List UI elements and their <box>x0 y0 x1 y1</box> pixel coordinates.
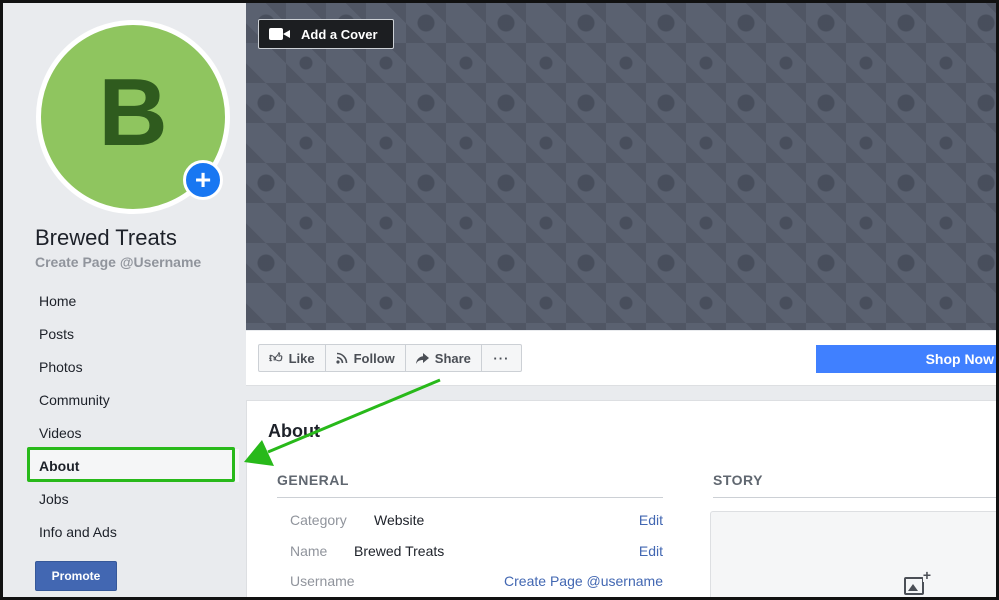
general-heading: GENERAL <box>277 472 349 488</box>
action-button-group: 👍︎ Like Follow Share ··· <box>258 344 522 372</box>
story-divider <box>713 497 999 498</box>
add-cover-button[interactable]: Add a Cover <box>258 19 394 49</box>
promote-button[interactable]: Promote <box>35 561 117 591</box>
follow-button[interactable]: Follow <box>324 344 406 372</box>
add-photo-icon <box>904 568 931 595</box>
page-sidebar: B + Brewed Treats Create Page @Username … <box>3 3 243 597</box>
row-label: Category <box>290 512 347 528</box>
row-label: Name <box>290 543 328 559</box>
page-action-bar: 👍︎ Like Follow Share ··· Shop Now <box>246 331 999 386</box>
create-username-link[interactable]: Create Page @Username <box>35 254 201 270</box>
add-cover-label: Add a Cover <box>301 26 378 42</box>
like-label: Like <box>288 350 315 366</box>
more-dots-icon: ··· <box>493 350 510 366</box>
page-nav: Home Posts Photos Community Videos About… <box>27 284 239 548</box>
edit-category-link[interactable]: Edit <box>639 512 663 528</box>
more-options-button[interactable]: ··· <box>480 344 522 372</box>
thumbs-up-icon: 👍︎ <box>269 350 283 365</box>
row-value: Website <box>374 512 425 528</box>
shop-now-button[interactable]: Shop Now <box>816 345 999 373</box>
story-placeholder[interactable] <box>710 511 999 600</box>
video-camera-icon <box>269 28 291 40</box>
page-title: Brewed Treats <box>35 225 177 250</box>
share-button[interactable]: Share <box>404 344 482 372</box>
nav-item-info-and-ads[interactable]: Info and Ads <box>27 515 239 548</box>
about-row-username: Username Create Page @username <box>290 571 663 591</box>
add-profile-picture-button[interactable]: + <box>183 160 223 200</box>
annotation-highlight-about <box>27 447 235 482</box>
about-card: About GENERAL STORY Category Website Edi… <box>246 400 999 600</box>
share-arrow-icon <box>415 352 429 364</box>
general-divider <box>277 497 663 498</box>
nav-item-home[interactable]: Home <box>27 284 239 317</box>
rss-feed-icon <box>336 352 348 364</box>
row-label: Username <box>290 573 355 589</box>
story-heading: STORY <box>713 472 763 488</box>
about-row-category: Category Website Edit <box>290 510 663 530</box>
nav-item-photos[interactable]: Photos <box>27 350 239 383</box>
share-label: Share <box>434 350 471 366</box>
cover-photo-area: Add a Cover <box>246 3 996 330</box>
about-title: About <box>268 421 320 441</box>
follow-label: Follow <box>353 350 395 366</box>
nav-item-videos[interactable]: Videos <box>27 416 239 449</box>
create-username-action-link[interactable]: Create Page @username <box>504 573 663 589</box>
nav-item-community[interactable]: Community <box>27 383 239 416</box>
like-button[interactable]: 👍︎ Like <box>258 344 326 372</box>
avatar-letter: B <box>98 59 168 166</box>
nav-item-jobs[interactable]: Jobs <box>27 482 239 515</box>
row-value: Brewed Treats <box>354 543 445 559</box>
about-row-name: Name Brewed Treats Edit <box>290 541 663 561</box>
plus-icon: + <box>194 164 212 195</box>
nav-item-posts[interactable]: Posts <box>27 317 239 350</box>
edit-name-link[interactable]: Edit <box>639 543 663 559</box>
